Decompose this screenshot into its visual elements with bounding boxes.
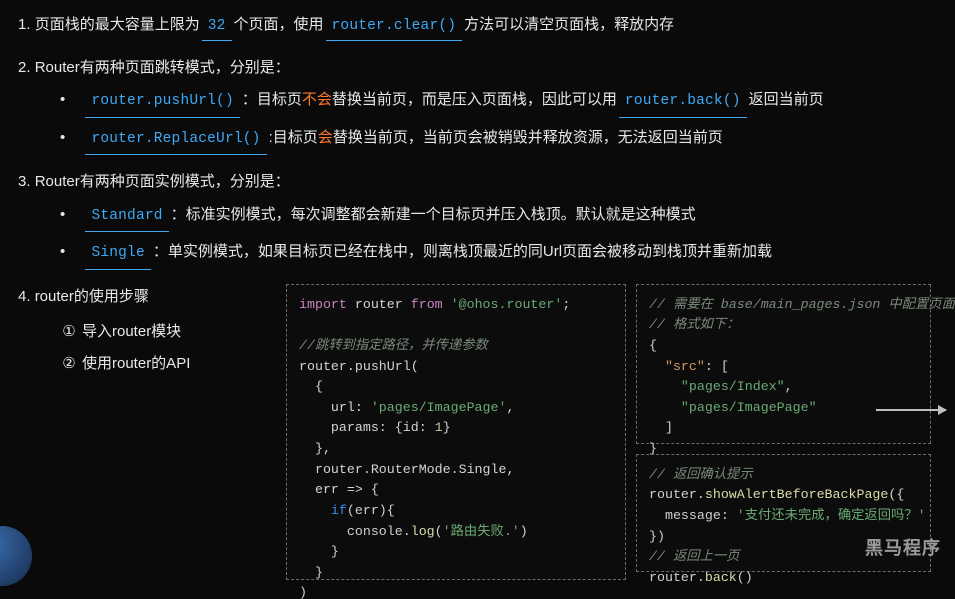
arrow-icon — [876, 409, 946, 411]
kw-not: 不会 — [302, 91, 332, 108]
content-list: 1. 页面栈的最大容量上限为32个页面，使用router.clear()方法可以… — [18, 12, 937, 580]
blank-32: 32 — [202, 14, 232, 41]
item-1: 1. 页面栈的最大容量上限为32个页面，使用router.clear()方法可以… — [18, 12, 937, 41]
blank-clear: router.clear() — [326, 14, 463, 41]
blank-single: Single — [85, 240, 150, 270]
blank-replaceurl: router.ReplaceUrl() — [85, 126, 266, 156]
sub-2-1: router.pushUrl()：目标页不会替换当前页，而是压入页面栈，因此可以… — [60, 86, 937, 118]
blank-standard: Standard — [85, 203, 168, 233]
steps-list: ①导入router模块 ②使用router的API — [60, 319, 268, 376]
t: 个页面，使用 — [234, 16, 324, 33]
num-3: 3. — [18, 173, 31, 190]
t: 页面栈的最大容量上限为 — [35, 16, 200, 33]
title-2: Router有两种页面跳转模式，分别是： — [35, 59, 290, 76]
step-2: ②使用router的API — [60, 351, 268, 377]
num-1: 1. — [18, 16, 31, 33]
num-4: 4. — [18, 288, 31, 305]
title-3: Router有两种页面实例模式，分别是： — [35, 173, 290, 190]
title-4: router的使用步骤 — [35, 288, 149, 305]
sublist-2: router.pushUrl()：目标页不会替换当前页，而是压入页面栈，因此可以… — [60, 86, 937, 155]
sublist-3: Standard：标准实例模式，每次调整都会新建一个目标页并压入栈顶。默认就是这… — [60, 201, 937, 270]
code-area: import router from '@ohos.router'; //跳转到… — [286, 284, 931, 580]
step-1: ①导入router模块 — [60, 319, 268, 345]
sub-3-2: Single：单实例模式，如果目标页已经在栈中，则离栈顶最近的同Url页面会被移… — [60, 238, 937, 270]
watermark: 黑马程序 — [865, 534, 941, 560]
item-2: 2. Router有两种页面跳转模式，分别是： router.pushUrl()… — [18, 55, 937, 156]
blank-pushurl: router.pushUrl() — [85, 88, 239, 118]
code-box-pushurl: import router from '@ohos.router'; //跳转到… — [286, 284, 626, 580]
kw-will: 会 — [318, 129, 333, 146]
item-4: 4. router的使用步骤 ①导入router模块 ②使用router的API… — [18, 284, 937, 580]
code-box-config: // 需要在 base/main_pages.json 中配置页面 // 格式如… — [636, 284, 931, 444]
sub-3-1: Standard：标准实例模式，每次调整都会新建一个目标页并压入栈顶。默认就是这… — [60, 201, 937, 233]
sub-2-2: router.ReplaceUrl():目标页会替换当前页，当前页会被销毁并释放… — [60, 124, 937, 156]
num-2: 2. — [18, 59, 31, 76]
item-3: 3. Router有两种页面实例模式，分别是： Standard：标准实例模式，… — [18, 169, 937, 270]
blank-back: router.back() — [619, 88, 747, 118]
t: 方法可以清空页面栈，释放内存 — [464, 16, 674, 33]
